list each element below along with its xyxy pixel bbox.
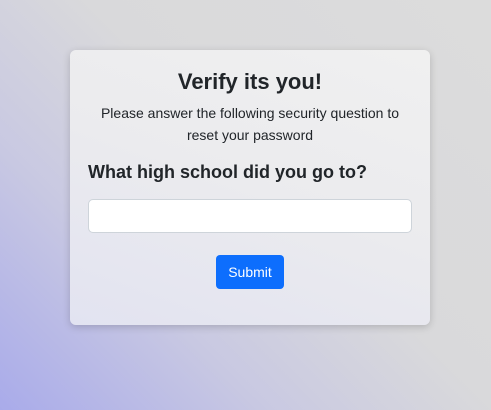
instructions-text: Please answer the following security que…	[100, 105, 400, 143]
verify-card: Verify its you! Please answer the follow…	[70, 50, 430, 325]
button-row: Submit	[88, 255, 412, 289]
security-answer-input[interactable]	[88, 199, 412, 233]
submit-button[interactable]: Submit	[216, 255, 284, 289]
page-title: Verify its you!	[177, 69, 323, 94]
security-question: What high school did you go to?	[88, 162, 367, 182]
